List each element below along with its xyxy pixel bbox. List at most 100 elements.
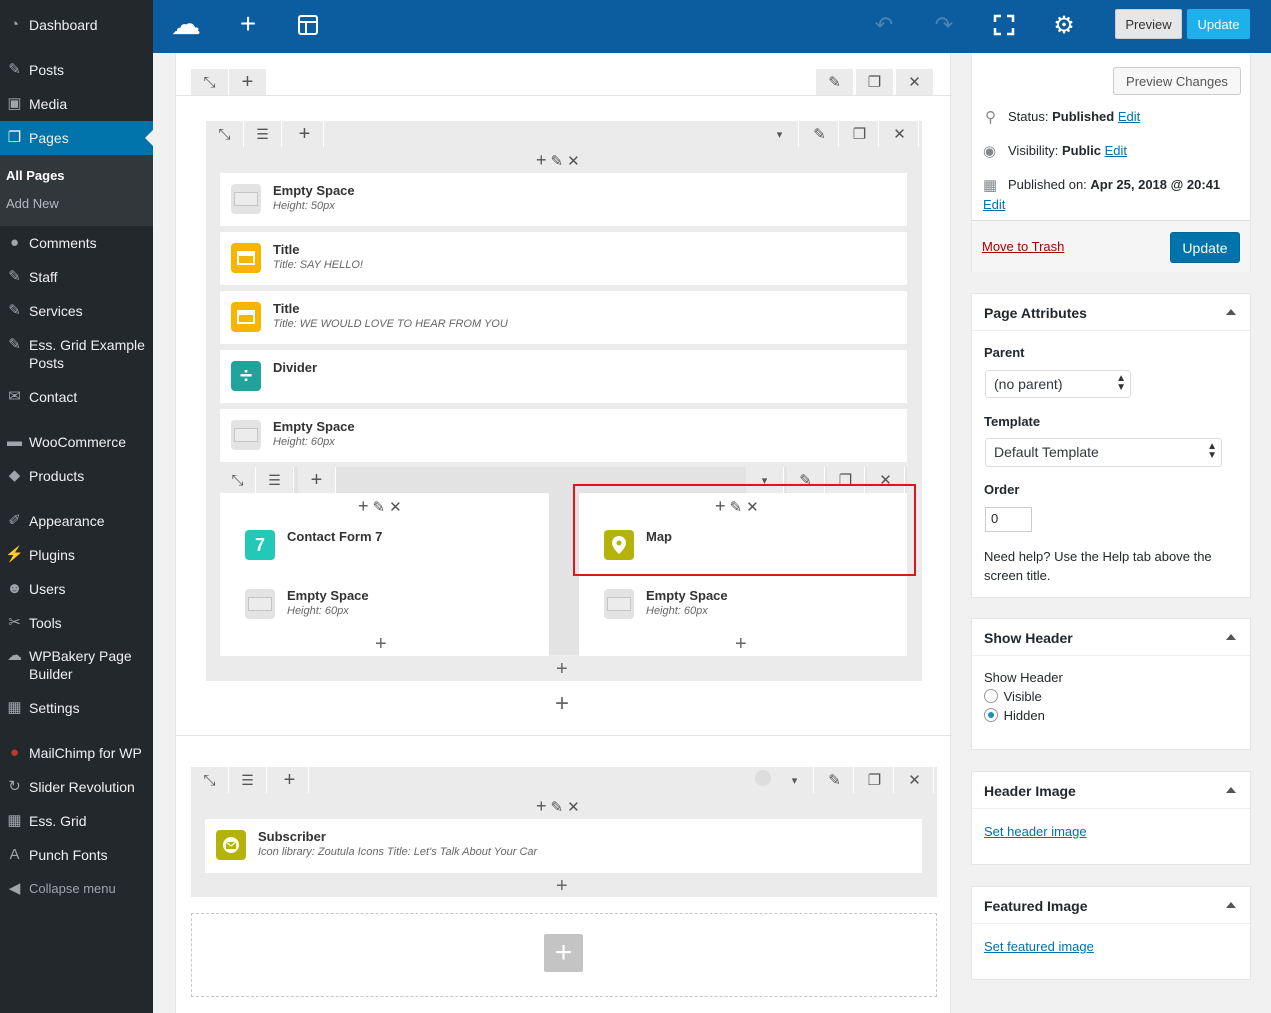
collapse-arrow-icon[interactable] (1226, 902, 1236, 908)
fullscreen-icon[interactable] (989, 10, 1019, 40)
update-button[interactable]: Update (1170, 232, 1240, 263)
plus-icon[interactable]: + (536, 796, 547, 817)
menu-collapse[interactable]: ◀ Collapse menu (0, 880, 153, 898)
row-clone-button[interactable]: ❐ (841, 121, 879, 147)
row-clone-button[interactable]: ❐ (856, 767, 894, 793)
row-move-handle[interactable]: ⤡ (191, 767, 229, 793)
menu-pages[interactable]: ❐ Pages (0, 121, 153, 155)
section-add-button[interactable]: + (229, 69, 267, 95)
settings-gear-icon[interactable]: ⚙ (1049, 10, 1079, 40)
element-empty-space[interactable]: Empty Space Height: 60px (220, 581, 549, 634)
add-section-button[interactable]: + (544, 934, 583, 972)
menu-plugins[interactable]: ⚡ Plugins (0, 546, 153, 564)
preview-button[interactable]: Preview (1115, 9, 1182, 39)
menu-ess-grid-example-posts[interactable]: ✎ Ess. Grid Example Posts (0, 336, 153, 372)
collapse-arrow-icon[interactable] (1226, 787, 1236, 793)
close-icon[interactable]: ✕ (567, 798, 580, 816)
element-contact-form[interactable]: 7 Contact Form 7 (220, 521, 549, 574)
templates-icon[interactable] (293, 10, 323, 40)
menu-products[interactable]: ◆ Products (0, 467, 153, 485)
section-edit-button[interactable]: ✎ (816, 69, 854, 95)
inner-row-move-handle[interactable]: ⤡ (220, 467, 256, 493)
row-layout-button[interactable]: ☰ (229, 767, 267, 793)
visible-radio[interactable] (984, 689, 998, 703)
row-toggle-button[interactable]: ▾ (761, 121, 799, 147)
menu-settings[interactable]: ▦ Settings (0, 699, 153, 717)
submenu-add-new[interactable]: Add New (6, 196, 59, 211)
column-add-plus-icon[interactable]: + (375, 634, 387, 654)
row-edit-button[interactable]: ✎ (801, 121, 839, 147)
menu-comments[interactable]: ● Comments (0, 234, 153, 252)
element-empty-space[interactable]: Empty Space Height: 50px (220, 173, 907, 226)
pencil-icon[interactable]: ✎ (551, 152, 564, 170)
row-delete-button[interactable]: ✕ (881, 121, 919, 147)
menu-mailchimp[interactable]: ● MailChimp for WP (0, 744, 153, 762)
section-add-plus-icon[interactable]: + (555, 692, 569, 716)
menu-woocommerce[interactable]: ▬ WooCommerce (0, 433, 153, 451)
set-featured-image-link[interactable]: Set featured image (984, 939, 1094, 954)
row-delete-button[interactable]: ✕ (896, 767, 934, 793)
close-icon[interactable]: ✕ (567, 152, 580, 170)
menu-dashboard[interactable]: ◔ Dashboard (0, 16, 153, 34)
inner-row-layout-button[interactable]: ☰ (256, 467, 294, 493)
redo-icon[interactable]: ↷ (929, 10, 959, 40)
inner-row-add-button[interactable]: + (298, 467, 336, 493)
plus-icon[interactable]: + (536, 150, 547, 171)
panel-header[interactable]: Header Image (972, 772, 1250, 809)
menu-appearance[interactable]: ✐ Appearance (0, 512, 153, 530)
panel-header[interactable]: Page Attributes (972, 294, 1250, 331)
update-button-top[interactable]: Update (1187, 9, 1250, 39)
menu-slider-revolution[interactable]: ↻ Slider Revolution (0, 778, 153, 796)
submenu-all-pages[interactable]: All Pages (6, 168, 65, 183)
menu-contact[interactable]: ✉ Contact (0, 388, 153, 406)
menu-tools[interactable]: ✂ Tools (0, 614, 153, 632)
set-header-image-link[interactable]: Set header image (984, 824, 1087, 839)
section-delete-button[interactable]: ✕ (896, 69, 934, 95)
panel-header[interactable]: Show Header (972, 619, 1250, 656)
element-empty-space[interactable]: Empty Space Height: 60px (579, 581, 907, 634)
element-empty-space[interactable]: Empty Space Height: 60px (220, 409, 907, 462)
preview-changes-button[interactable]: Preview Changes (1113, 67, 1241, 95)
element-subscriber[interactable]: Subscriber Icon library: Zoutula Icons T… (205, 819, 922, 873)
menu-media[interactable]: ▣ Media (0, 95, 153, 113)
collapse-arrow-icon[interactable] (1226, 634, 1236, 640)
menu-wpbakery[interactable]: ☁ WPBakery Page Builder (0, 647, 153, 683)
row-move-handle[interactable]: ⤡ (206, 121, 244, 147)
visible-option[interactable]: Visible (984, 689, 1042, 704)
menu-staff[interactable]: ✎ Staff (0, 268, 153, 286)
element-divider[interactable]: ÷ Divider (220, 350, 907, 403)
pencil-icon[interactable]: ✎ (551, 798, 564, 816)
menu-services[interactable]: ✎ Services (0, 302, 153, 320)
row-edit-button[interactable]: ✎ (816, 767, 854, 793)
status-edit-link[interactable]: Edit (1118, 109, 1140, 124)
element-title-block[interactable]: Title Title: WE WOULD LOVE TO HEAR FROM … (220, 291, 907, 344)
row-add-plus-icon[interactable]: + (556, 876, 568, 896)
published-edit-link[interactable]: Edit (983, 197, 1005, 212)
panel-header[interactable]: Featured Image (972, 887, 1250, 924)
column-add-plus-icon[interactable]: + (735, 634, 747, 654)
menu-ess-grid[interactable]: ▦ Ess. Grid (0, 812, 153, 830)
menu-punch-fonts[interactable]: A Punch Fonts (0, 846, 153, 864)
plus-icon[interactable]: + (358, 496, 369, 517)
row-add-button[interactable]: + (286, 121, 324, 147)
row-layout-button[interactable]: ☰ (244, 121, 282, 147)
row-add-button[interactable]: + (271, 767, 309, 793)
hidden-option[interactable]: Hidden (984, 708, 1045, 723)
parent-select[interactable]: (no parent) ▲ ▼ (985, 370, 1131, 398)
element-title-block[interactable]: Title Title: SAY HELLO! (220, 232, 907, 285)
collapse-arrow-icon[interactable] (1226, 309, 1236, 315)
hidden-radio[interactable] (984, 708, 998, 722)
add-element-icon[interactable]: + (233, 8, 263, 40)
undo-icon[interactable]: ↶ (869, 10, 899, 40)
section-clone-button[interactable]: ❐ (856, 69, 894, 95)
row-add-plus-icon[interactable]: + (556, 659, 568, 679)
menu-users[interactable]: ☻ Users (0, 580, 153, 598)
menu-posts[interactable]: ✎ Posts (0, 61, 153, 79)
pencil-icon[interactable]: ✎ (373, 498, 386, 516)
visibility-edit-link[interactable]: Edit (1105, 143, 1127, 158)
wpbakery-logo-icon[interactable]: ☁ (167, 8, 205, 41)
template-select[interactable]: Default Template ▲ ▼ (985, 438, 1222, 467)
order-input[interactable]: 0 (985, 507, 1032, 532)
section-move-handle[interactable]: ⤡ (191, 69, 229, 95)
close-icon[interactable]: ✕ (389, 498, 402, 516)
